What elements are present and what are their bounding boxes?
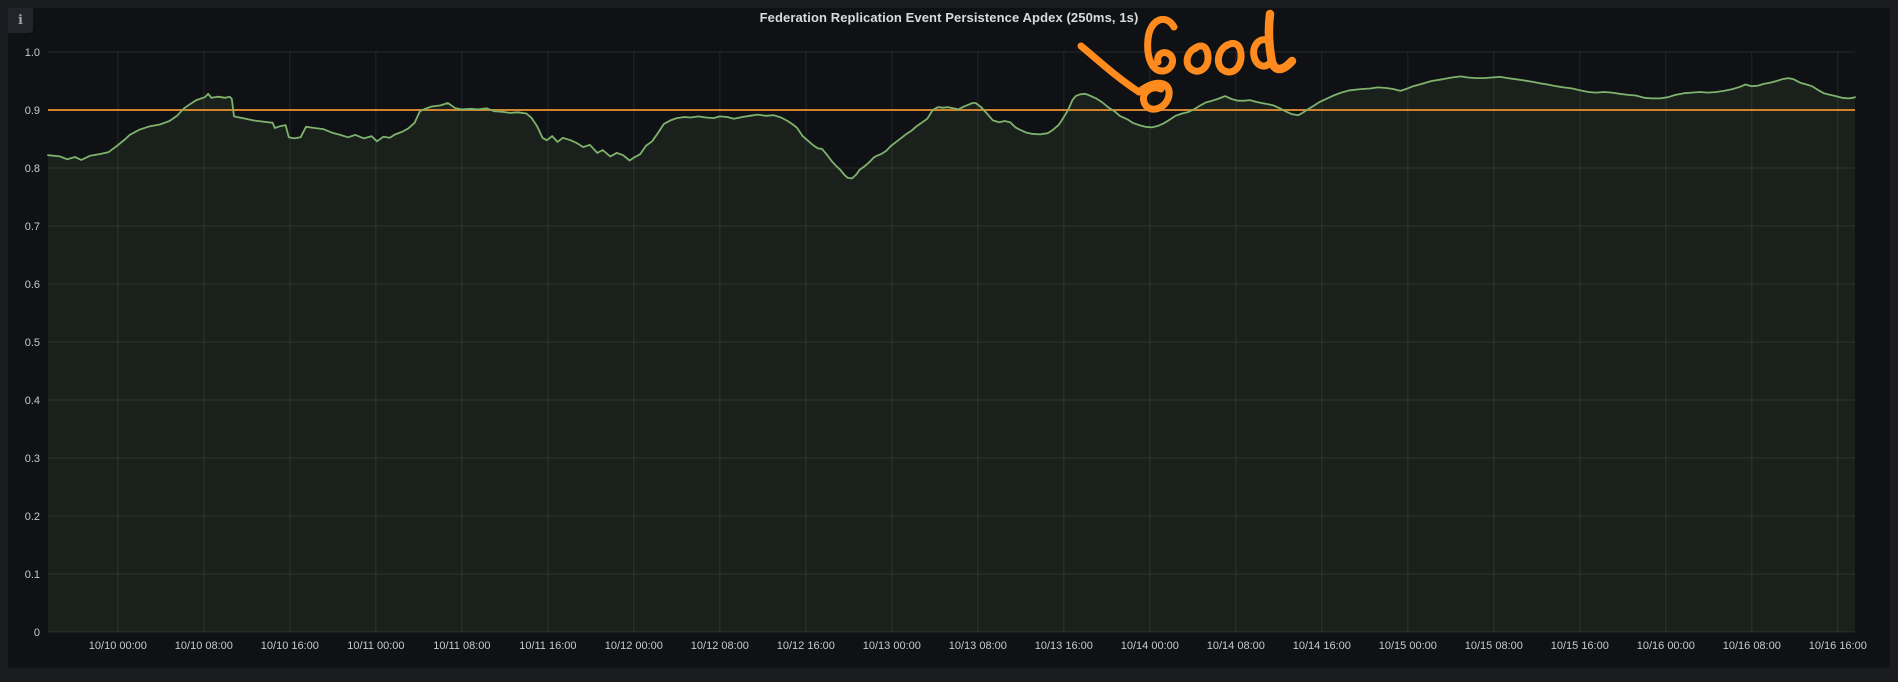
annotation-letter-d-stem [1269, 14, 1292, 69]
annotation-letter-o2 [1218, 43, 1241, 72]
annotation-letter-o1 [1187, 46, 1208, 71]
annotation-arrow-shaft [1081, 46, 1139, 92]
hand-drawn-annotation [0, 0, 1898, 682]
dashboard-background: 00.10.20.30.40.50.60.70.80.91.010/10 00:… [0, 0, 1898, 682]
annotation-letter-G [1148, 19, 1174, 71]
annotation-arrow-loop [1139, 83, 1169, 109]
